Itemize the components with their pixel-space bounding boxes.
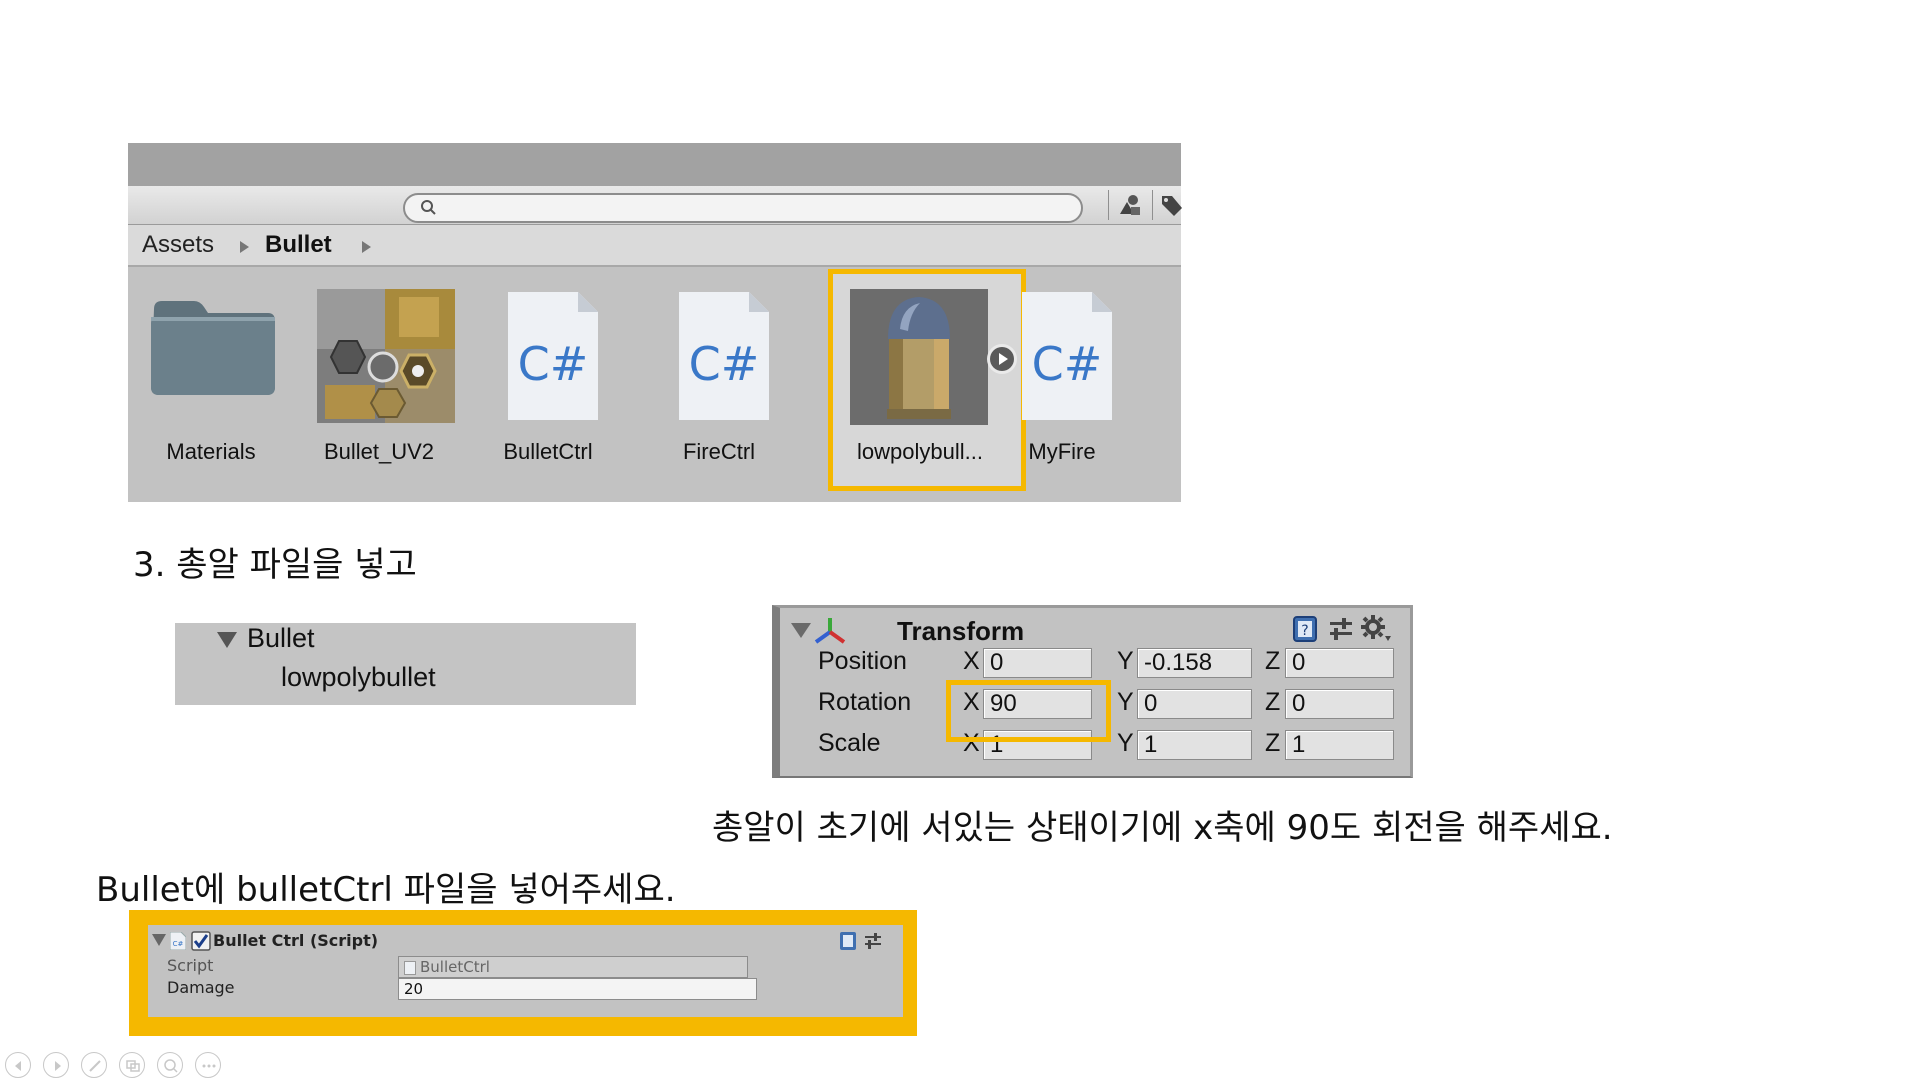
csharp-script-icon: C# [1022,292,1112,420]
gear-icon[interactable] [1360,614,1392,644]
asset-firectrl-script[interactable]: C# FireCtrl [645,289,793,464]
axis-z-label: Z [1265,688,1281,716]
rotation-instruction: 총알이 초기에 서있는 상태이기에 x축에 90도 회전을 해주세요. [712,808,1613,848]
search-icon [421,200,436,215]
help-book-icon[interactable] [838,931,858,951]
hierarchy-panel: Bullet lowpolybullet [175,623,636,705]
position-x-field[interactable]: 0 [983,648,1092,678]
asset-materials-folder[interactable]: Materials [137,289,285,464]
filter-by-label-icon[interactable] [1158,190,1182,220]
project-toolbar [128,186,1182,225]
help-book-icon[interactable]: ? [1291,615,1319,643]
prev-slide-button[interactable] [5,1052,31,1078]
asset-label: Bullet_UV2 [323,439,435,464]
scale-z-field[interactable]: 1 [1285,730,1394,760]
pen-icon [89,1060,101,1072]
position-z-field[interactable]: 0 [1285,648,1394,678]
expand-triangle-icon[interactable] [217,632,237,648]
enabled-checkbox[interactable] [191,931,211,951]
toolbar-divider [1108,190,1109,220]
panel-title-bar [128,143,1181,186]
rotation-label: Rotation [818,688,912,716]
csharp-icon-text: C# [1032,337,1103,391]
step-3-caption: 3. 총알 파일을 넣고 [133,545,417,585]
script-file-icon [404,960,416,975]
arrow-left-icon [15,1061,21,1071]
preset-sliders-icon[interactable] [864,932,882,950]
collapse-triangle-icon[interactable] [790,621,812,639]
svg-text:?: ? [1301,623,1308,639]
breadcrumb-item-assets[interactable]: Assets [142,231,214,259]
ellipsis-icon [202,1064,216,1068]
damage-field[interactable]: 20 [398,978,757,1000]
csharp-script-icon: C# [679,292,769,420]
zoom-button[interactable] [157,1052,183,1078]
csharp-script-icon: C# [508,292,598,420]
bulletctrl-component: C# Bullet Ctrl (Script) Script BulletCtr… [148,925,903,1017]
rotation-y-field[interactable]: 0 [1137,689,1252,719]
asset-label: lowpolybull... [857,439,983,464]
more-options-button[interactable] [195,1052,221,1078]
component-title: Transform [897,616,1025,646]
asset-myfire-script[interactable]: C# MyFire [988,289,1136,464]
breadcrumb-item-bullet[interactable]: Bullet [265,231,332,259]
script-reference-value: BulletCtrl [420,958,490,976]
transform-component: Transform ? Position X 0 Y -0.158 Z 0 Ro… [772,605,1413,778]
asset-label: Materials [166,439,256,464]
asset-label: BulletCtrl [503,439,593,464]
rotation-x-highlight [946,680,1111,742]
position-label: Position [818,647,907,675]
axis-y-label: Y [1117,729,1134,757]
transform-axes-icon [814,618,846,644]
project-browser-panel: Assets Bullet Materials Bullet_UV2 C# Bu… [128,143,1182,502]
texture-thumbnail [317,289,455,423]
breadcrumb-arrow-icon [362,241,371,253]
breadcrumb: Assets Bullet [128,225,1181,267]
asset-label: FireCtrl [682,439,756,464]
search-input[interactable] [403,193,1083,223]
toolbar-divider [1152,190,1153,220]
model-thumbnail [850,289,988,425]
axis-x-label: X [963,647,980,675]
collapse-triangle-icon[interactable] [152,934,166,946]
bulletctrl-highlight-frame: C# Bullet Ctrl (Script) Script BulletCtr… [129,910,917,1036]
axis-y-label: Y [1117,688,1134,716]
damage-label: Damage [167,978,235,997]
csharp-icon-text: C# [518,337,589,391]
script-file-icon: C# [170,932,186,950]
preset-sliders-icon[interactable] [1328,616,1354,642]
asset-bulletctrl-script[interactable]: C# BulletCtrl [474,289,622,464]
asset-bullet-uv2-texture[interactable]: Bullet_UV2 [305,289,455,464]
component-title: Bullet Ctrl (Script) [213,931,379,950]
axis-y-label: Y [1117,647,1134,675]
slides-icon [126,1060,140,1072]
hierarchy-item-lowpolybullet[interactable]: lowpolybullet [281,662,436,693]
script-reference-field: BulletCtrl [398,956,748,978]
see-all-slides-button[interactable] [119,1052,145,1078]
attach-script-instruction: Bullet에 bulletCtrl 파일을 넣어주세요. [96,870,676,910]
filter-by-type-icon[interactable] [1114,190,1146,220]
csharp-icon-text: C# [689,337,760,391]
axis-z-label: Z [1265,647,1281,675]
script-label: Script [167,956,214,975]
zoom-icon [164,1059,178,1073]
hierarchy-item-bullet[interactable]: Bullet [247,623,315,654]
scale-label: Scale [818,729,881,757]
rotation-z-field[interactable]: 0 [1285,689,1394,719]
scale-y-field[interactable]: 1 [1137,730,1252,760]
breadcrumb-arrow-icon [240,241,249,253]
axis-z-label: Z [1265,729,1281,757]
arrow-right-icon [55,1061,61,1071]
csharp-icon-text: C# [173,940,184,948]
asset-label: MyFire [1028,439,1096,464]
pen-tool-button[interactable] [81,1052,107,1078]
position-y-field[interactable]: -0.158 [1137,648,1252,678]
folder-icon [151,301,275,395]
next-slide-button[interactable] [43,1052,69,1078]
